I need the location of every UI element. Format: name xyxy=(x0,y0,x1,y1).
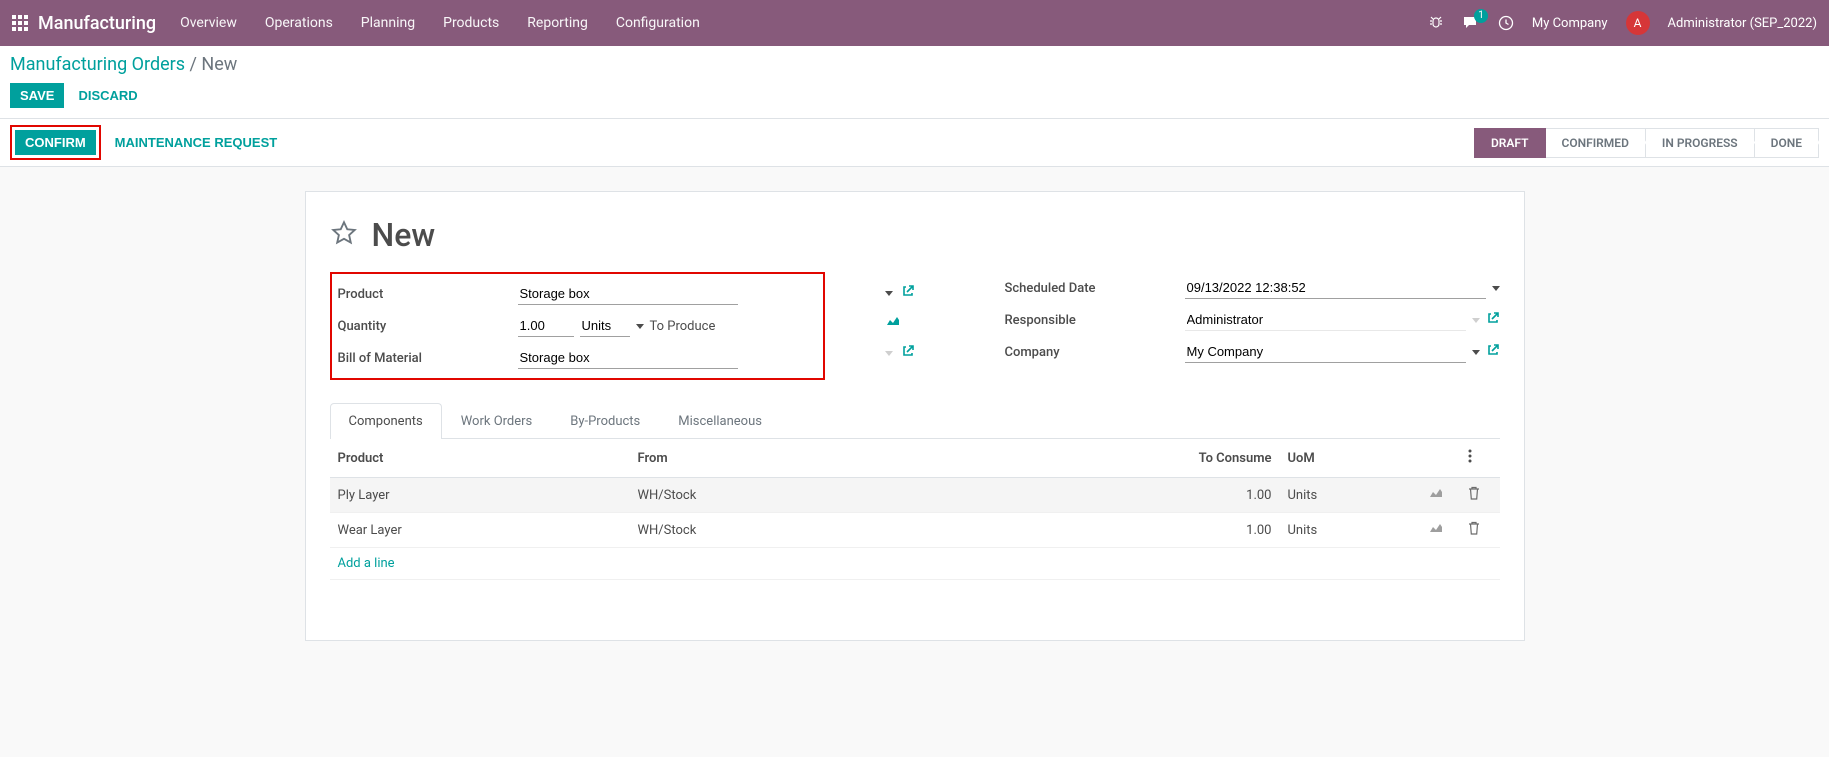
breadcrumb-current: New xyxy=(201,54,237,75)
components-table: Product From To Consume UoM Ply Layer WH… xyxy=(330,439,1500,580)
external-link-icon[interactable] xyxy=(1486,311,1500,329)
external-link-icon[interactable] xyxy=(1486,343,1500,361)
status-bar: DRAFT CONFIRMED IN PROGRESS DONE xyxy=(1474,128,1819,158)
caret-down-icon[interactable] xyxy=(636,324,644,329)
save-button[interactable]: SAVE xyxy=(10,83,64,108)
company-switcher[interactable]: My Company xyxy=(1532,16,1608,31)
caret-down-icon[interactable] xyxy=(885,291,893,296)
form-sheet: New Product Quantity xyxy=(305,191,1525,641)
col-uom: UoM xyxy=(1280,439,1420,478)
kebab-icon[interactable] xyxy=(1468,452,1472,467)
highlight-box-form-left: Product Quantity To Produce xyxy=(330,272,825,380)
status-done[interactable]: DONE xyxy=(1755,128,1819,158)
quantity-input[interactable] xyxy=(518,315,574,337)
cell-from: WH/Stock xyxy=(630,478,1160,513)
discard-button[interactable]: DISCARD xyxy=(78,88,137,103)
to-produce-label: To Produce xyxy=(650,319,716,334)
external-link-icon[interactable] xyxy=(901,284,915,302)
caret-down-icon[interactable] xyxy=(885,351,893,356)
activity-icon[interactable] xyxy=(1498,15,1514,31)
star-icon[interactable] xyxy=(330,219,358,251)
maintenance-request-button[interactable]: MAINTENANCE REQUEST xyxy=(115,135,278,150)
caret-down-icon[interactable] xyxy=(1492,286,1500,291)
action-bar: CONFIRM MAINTENANCE REQUEST DRAFT CONFIR… xyxy=(0,118,1829,167)
top-nav: Overview Operations Planning Products Re… xyxy=(180,15,700,31)
forecast-icon[interactable] xyxy=(885,315,901,331)
cell-product: Ply Layer xyxy=(330,478,630,513)
nav-planning[interactable]: Planning xyxy=(361,15,415,31)
username[interactable]: Administrator (SEP_2022) xyxy=(1668,16,1817,31)
quantity-uom-input[interactable] xyxy=(580,315,630,337)
company-input[interactable] xyxy=(1185,341,1466,363)
messages-icon[interactable]: 1 xyxy=(1462,15,1480,31)
company-label: Company xyxy=(1005,345,1185,360)
caret-down-icon[interactable] xyxy=(1472,318,1480,323)
cell-uom: Units xyxy=(1280,513,1420,548)
confirm-button[interactable]: CONFIRM xyxy=(15,130,96,155)
cell-product: Wear Layer xyxy=(330,513,630,548)
breadcrumb-bar: Manufacturing Orders / New SAVE DISCARD xyxy=(0,46,1829,118)
tabs: Components Work Orders By-Products Misce… xyxy=(330,402,1500,439)
forecast-icon[interactable] xyxy=(1428,488,1444,503)
tab-components[interactable]: Components xyxy=(330,403,442,439)
nav-overview[interactable]: Overview xyxy=(180,15,237,31)
nav-products[interactable]: Products xyxy=(443,15,499,31)
nav-configuration[interactable]: Configuration xyxy=(616,15,700,31)
tab-miscellaneous[interactable]: Miscellaneous xyxy=(659,403,781,439)
responsible-input[interactable] xyxy=(1185,309,1466,331)
cell-uom: Units xyxy=(1280,478,1420,513)
messages-badge: 1 xyxy=(1474,9,1488,23)
product-input[interactable] xyxy=(518,283,738,305)
topbar: Manufacturing Overview Operations Planni… xyxy=(0,0,1829,46)
col-from: From xyxy=(630,439,1160,478)
status-draft[interactable]: DRAFT xyxy=(1474,128,1546,158)
add-line-link[interactable]: Add a line xyxy=(338,556,395,571)
breadcrumb: Manufacturing Orders / New xyxy=(10,54,1819,75)
nav-reporting[interactable]: Reporting xyxy=(527,15,588,31)
bug-icon[interactable] xyxy=(1428,15,1444,31)
trash-icon[interactable] xyxy=(1468,524,1480,539)
status-in-progress[interactable]: IN PROGRESS xyxy=(1646,128,1755,158)
scheduled-date-label: Scheduled Date xyxy=(1005,281,1185,296)
breadcrumb-sep: / xyxy=(190,54,197,75)
col-to-consume: To Consume xyxy=(1160,439,1280,478)
forecast-icon[interactable] xyxy=(1428,523,1444,538)
table-row[interactable]: Ply Layer WH/Stock 1.00 Units xyxy=(330,478,1500,513)
cell-to-consume: 1.00 xyxy=(1160,513,1280,548)
record-title: New xyxy=(372,216,436,254)
external-link-icon[interactable] xyxy=(901,344,915,362)
col-product: Product xyxy=(330,439,630,478)
cell-from: WH/Stock xyxy=(630,513,1160,548)
cell-to-consume: 1.00 xyxy=(1160,478,1280,513)
trash-icon[interactable] xyxy=(1468,489,1480,504)
breadcrumb-root[interactable]: Manufacturing Orders xyxy=(10,54,185,75)
nav-operations[interactable]: Operations xyxy=(265,15,333,31)
product-label: Product xyxy=(338,287,518,302)
highlight-box-confirm: CONFIRM xyxy=(10,125,101,160)
quantity-label: Quantity xyxy=(338,319,518,334)
bom-input[interactable] xyxy=(518,347,738,369)
avatar[interactable]: A xyxy=(1626,11,1650,35)
table-row[interactable]: Wear Layer WH/Stock 1.00 Units xyxy=(330,513,1500,548)
scheduled-date-input[interactable] xyxy=(1185,277,1486,299)
app-name[interactable]: Manufacturing xyxy=(38,13,156,34)
table-row-add[interactable]: Add a line xyxy=(330,548,1500,580)
responsible-label: Responsible xyxy=(1005,313,1185,328)
tab-by-products[interactable]: By-Products xyxy=(551,403,659,439)
tab-work-orders[interactable]: Work Orders xyxy=(442,403,552,439)
status-confirmed[interactable]: CONFIRMED xyxy=(1546,128,1646,158)
caret-down-icon[interactable] xyxy=(1472,350,1480,355)
apps-icon[interactable] xyxy=(12,15,28,31)
bom-label: Bill of Material xyxy=(338,351,518,366)
